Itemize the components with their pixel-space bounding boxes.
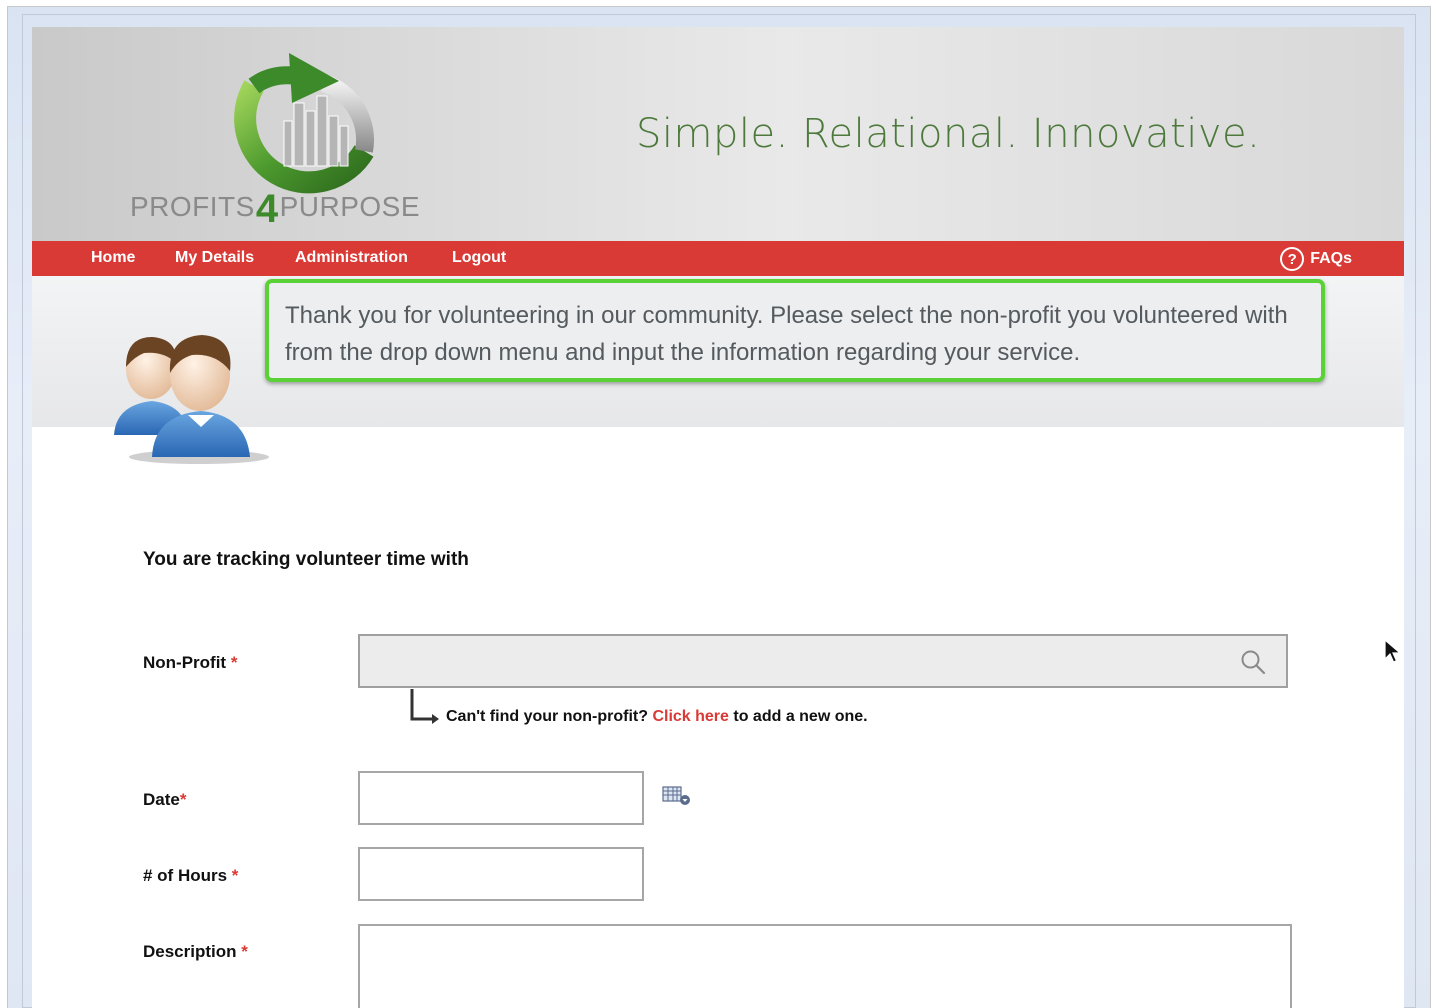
mouse-cursor-icon bbox=[1384, 639, 1402, 663]
nav-home[interactable]: Home bbox=[91, 249, 135, 267]
search-icon[interactable] bbox=[1240, 649, 1266, 675]
calendar-icon[interactable] bbox=[662, 785, 692, 807]
date-required-mark: * bbox=[179, 790, 187, 809]
nav-logout[interactable]: Logout bbox=[452, 249, 506, 267]
hint-after: to add a new one. bbox=[733, 708, 868, 725]
logo-text-right: PURPOSE bbox=[279, 191, 421, 222]
logo-text-four: 4 bbox=[255, 187, 279, 231]
corner-arrow-icon bbox=[410, 689, 439, 724]
date-label: Date* bbox=[143, 790, 186, 810]
nav-faqs[interactable]: ? FAQs bbox=[1280, 247, 1352, 271]
page-content: PROFITS4PURPOSE Simple. Relational. Inno… bbox=[32, 27, 1404, 1008]
users-avatar-icon bbox=[114, 335, 269, 464]
form-heading: You are tracking volunteer time with bbox=[143, 549, 469, 570]
nav-administration[interactable]: Administration bbox=[295, 249, 408, 267]
description-label-text: Description bbox=[143, 942, 237, 961]
hours-label-text: # of Hours bbox=[143, 866, 228, 885]
hours-required-mark: * bbox=[231, 866, 239, 885]
nonprofit-label: Non-Profit * bbox=[143, 653, 237, 673]
date-label-text: Date bbox=[143, 790, 180, 809]
hint-text: Can't find your non-profit? Click here t… bbox=[446, 708, 868, 726]
description-textarea[interactable] bbox=[358, 924, 1292, 1008]
logo-wordmark: PROFITS4PURPOSE bbox=[130, 187, 420, 232]
hours-label: # of Hours * bbox=[143, 866, 238, 886]
hint-before: Can't find your non-profit? bbox=[446, 708, 648, 725]
site-header: PROFITS4PURPOSE Simple. Relational. Inno… bbox=[32, 27, 1404, 241]
instructions-notice: Thank you for volunteering in our commun… bbox=[265, 279, 1325, 382]
date-input[interactable] bbox=[358, 771, 644, 825]
faq-label[interactable]: FAQs bbox=[1310, 250, 1352, 268]
main-nav: Home My Details Administration Logout ? … bbox=[32, 241, 1404, 276]
nonprofit-label-text: Non-Profit bbox=[143, 653, 227, 672]
nonprofit-required-mark: * bbox=[230, 653, 238, 672]
notice-text: Thank you for volunteering in our commun… bbox=[285, 302, 1288, 366]
hours-input[interactable] bbox=[358, 847, 644, 901]
add-nonprofit-hint: Can't find your non-profit? Click here t… bbox=[408, 689, 868, 727]
nav-my-details[interactable]: My Details bbox=[175, 249, 254, 267]
description-required-mark: * bbox=[241, 942, 248, 961]
tagline: Simple. Relational. Innovative. bbox=[636, 111, 1261, 157]
logo-text-left: PROFITS bbox=[130, 191, 255, 222]
nonprofit-search-input[interactable] bbox=[358, 634, 1288, 688]
add-nonprofit-link[interactable]: Click here bbox=[652, 708, 728, 725]
description-label: Description * bbox=[143, 942, 248, 962]
faq-help-icon[interactable]: ? bbox=[1280, 247, 1305, 271]
